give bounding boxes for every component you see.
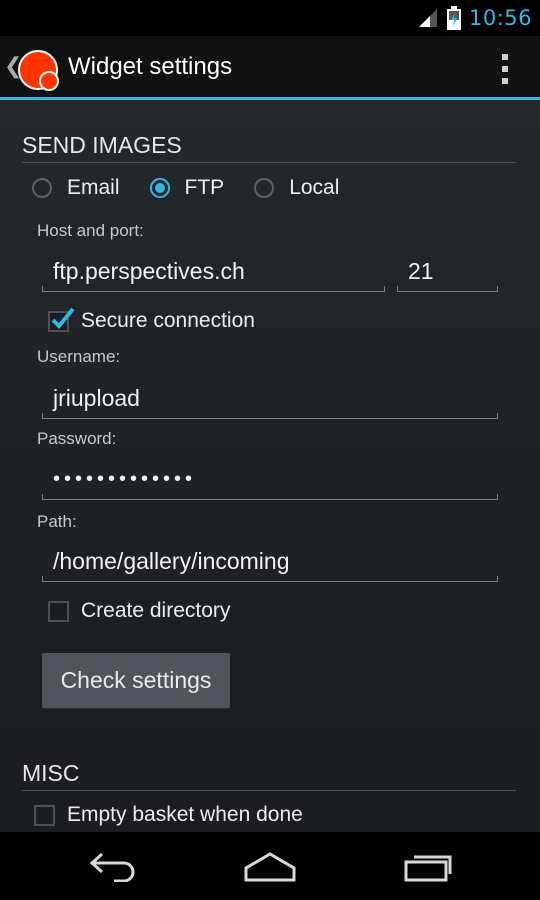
navigation-bar — [0, 832, 540, 900]
radio-ftp[interactable]: FTP — [149, 176, 225, 200]
secure-connection-label: Secure connection — [81, 309, 255, 332]
section-header-send-images: SEND IMAGES — [22, 132, 516, 163]
username-label: Username: — [37, 347, 121, 366]
empty-basket-checkbox[interactable] — [34, 804, 55, 826]
host-label: Host and port: — [37, 221, 144, 240]
radio-local[interactable]: Local — [254, 176, 339, 200]
radio-ftp-label: FTP — [184, 176, 225, 199]
secure-connection-checkbox[interactable] — [48, 307, 75, 332]
username-input[interactable]: jriupload — [42, 383, 498, 419]
checkmark-icon — [51, 307, 75, 329]
radio-local-indicator — [254, 178, 275, 198]
signal-icon — [418, 9, 437, 27]
settings-content[interactable]: SEND IMAGES Email FTP Local Host and por… — [0, 100, 540, 832]
create-directory-checkbox[interactable] — [48, 600, 69, 622]
app-icon[interactable] — [18, 49, 62, 93]
radio-email-indicator — [32, 178, 52, 198]
radio-local-label: Local — [289, 176, 340, 199]
path-label: Path: — [37, 512, 77, 531]
path-input[interactable]: /home/gallery/incoming — [42, 546, 498, 582]
section-header-misc: MISC — [22, 760, 516, 791]
create-directory-label: Create directory — [81, 599, 231, 622]
status-bar: 10:56 — [0, 0, 540, 36]
empty-basket-checkbox-row[interactable]: Empty basket when done — [34, 800, 303, 830]
battery-charging-icon — [446, 6, 461, 30]
recent-apps-icon[interactable] — [402, 850, 456, 882]
port-input[interactable]: 21 — [397, 256, 498, 292]
empty-basket-label: Empty basket when done — [67, 803, 303, 826]
password-label: Password: — [37, 429, 117, 448]
page-title: Widget settings — [68, 53, 233, 80]
host-input[interactable]: ftp.perspectives.ch — [42, 256, 385, 292]
check-settings-button[interactable]: Check settings — [42, 653, 230, 708]
secure-connection-checkbox-row[interactable]: Secure connection — [48, 306, 255, 336]
status-indicators: 10:56 — [417, 0, 532, 36]
back-icon[interactable] — [88, 850, 138, 882]
create-directory-checkbox-row[interactable]: Create directory — [48, 596, 230, 626]
action-bar: ❮ Widget settings — [0, 36, 540, 100]
clock: 10:56 — [468, 6, 532, 30]
radio-ftp-indicator — [149, 178, 170, 198]
overflow-menu-icon[interactable] — [500, 54, 510, 84]
password-input[interactable]: ••••••••••••• — [42, 464, 498, 500]
home-icon[interactable] — [242, 850, 298, 882]
radio-email-label: Email — [67, 176, 120, 199]
send-method-radio-group: Email FTP Local — [32, 172, 369, 204]
radio-email[interactable]: Email — [32, 176, 120, 200]
